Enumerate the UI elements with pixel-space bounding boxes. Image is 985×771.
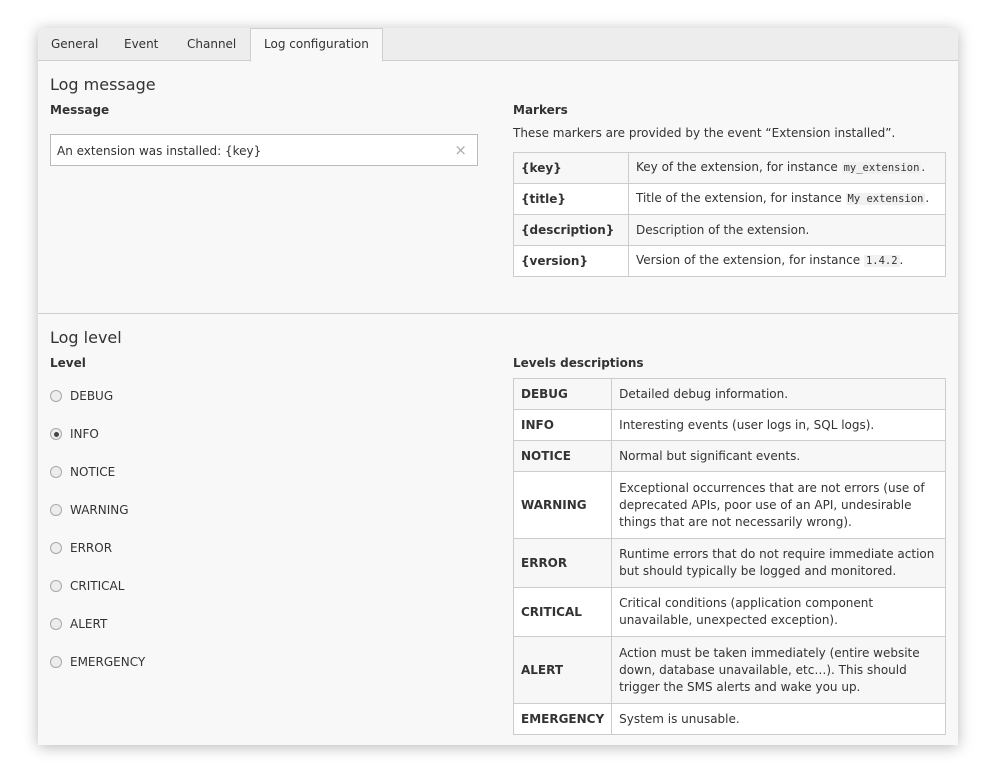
log-configuration-panel: General Event Channel Log configuration … — [38, 28, 958, 745]
markers-intro: These markers are provided by the event … — [513, 126, 896, 140]
level-description-row: NOTICE Normal but significant events. — [512, 440, 946, 472]
marker-key: {key} — [513, 152, 629, 184]
marker-description: Title of the extension, for instance My … — [628, 183, 946, 215]
level-option-emergency[interactable]: EMERGENCY — [50, 653, 145, 671]
radio-button[interactable] — [50, 656, 62, 668]
message-field[interactable]: × — [50, 134, 478, 166]
marker-description-suffix: . — [925, 191, 930, 205]
level-name: ALERT — [512, 636, 613, 704]
level-description-row: INFO Interesting events (user logs in, SQ… — [512, 409, 946, 441]
marker-description-text: Key of the extension, for instance — [636, 160, 842, 174]
level-option-label: DEBUG — [70, 389, 114, 403]
marker-key: {title} — [513, 183, 629, 215]
level-description-row: DEBUG Detailed debug information. — [512, 378, 946, 410]
tab-bar: General Event Channel Log configuration — [38, 28, 958, 62]
radio-button[interactable] — [50, 428, 62, 440]
message-label: Message — [50, 103, 110, 117]
level-name: INFO — [512, 409, 613, 441]
level-description-row: ERROR Runtime errors that do not require … — [512, 538, 946, 588]
level-option-label: NOTICE — [70, 465, 116, 479]
level-name: DEBUG — [512, 378, 613, 410]
levels-descriptions-label: Levels descriptions — [513, 356, 644, 370]
level-description-row: EMERGENCY System is unusable. — [512, 703, 946, 735]
level-description: Action must be taken immediately (entire… — [611, 636, 946, 704]
marker-row: {version} Version of the extension, for i… — [513, 245, 946, 277]
marker-example-code: my_extension — [841, 162, 922, 174]
radio-button[interactable] — [50, 390, 62, 402]
radio-button[interactable] — [50, 580, 62, 592]
level-option-info[interactable]: INFO — [50, 425, 99, 443]
level-option-notice[interactable]: NOTICE — [50, 463, 115, 481]
level-option-critical[interactable]: CRITICAL — [50, 577, 124, 595]
level-option-error[interactable]: ERROR — [50, 539, 112, 557]
level-description: Runtime errors that do not require immed… — [611, 538, 946, 588]
radio-button[interactable] — [50, 618, 62, 630]
marker-description-suffix: . — [921, 160, 926, 174]
level-option-label: WARNING — [70, 503, 129, 517]
level-name: NOTICE — [512, 440, 613, 472]
level-option-label: ALERT — [70, 617, 108, 631]
markers-table: {key} Key of the extension, for instance … — [513, 152, 946, 277]
marker-row: {description} Description of the extensio… — [513, 214, 946, 246]
marker-description: Key of the extension, for instance my_ex… — [628, 152, 946, 184]
marker-description-text: Version of the extension, for instance — [636, 253, 864, 267]
tab-event[interactable]: Event — [111, 28, 171, 61]
level-description: Detailed debug information. — [611, 378, 946, 410]
tab-log-configuration[interactable]: Log configuration — [250, 28, 383, 62]
level-option-alert[interactable]: ALERT — [50, 615, 107, 633]
log-message-title: Log message — [50, 75, 156, 94]
level-description: Exceptional occurrences that are not err… — [611, 471, 946, 539]
marker-example-code: 1.4.2 — [863, 255, 900, 267]
levels-descriptions-table: DEBUG Detailed debug information. INFO Inte… — [512, 378, 946, 735]
level-description-row: CRITICAL Critical conditions (application… — [512, 587, 946, 637]
level-name: CRITICAL — [512, 587, 613, 637]
marker-row: {key} Key of the extension, for instance … — [513, 152, 946, 184]
level-option-debug[interactable]: DEBUG — [50, 387, 113, 405]
level-name: WARNING — [512, 471, 613, 539]
level-description: System is unusable. — [611, 703, 946, 735]
marker-description: Version of the extension, for instance 1… — [628, 245, 946, 277]
level-option-label: ERROR — [70, 541, 113, 555]
level-option-label: CRITICAL — [70, 579, 125, 593]
markers-label: Markers — [513, 103, 568, 117]
radio-button[interactable] — [50, 466, 62, 478]
level-name: ERROR — [512, 538, 613, 588]
marker-example-code: My extension — [845, 193, 926, 205]
level-description-row: ALERT Action must be taken immediately (e… — [512, 636, 946, 704]
level-option-label: EMERGENCY — [70, 655, 146, 669]
section-divider — [38, 313, 958, 314]
level-description: Critical conditions (application compone… — [611, 587, 946, 637]
log-level-title: Log level — [50, 328, 122, 347]
marker-key: {version} — [513, 245, 629, 277]
marker-description-suffix: . — [899, 253, 904, 267]
level-description: Interesting events (user logs in, SQL lo… — [611, 409, 946, 441]
level-name: EMERGENCY — [512, 703, 613, 735]
tab-channel[interactable]: Channel — [174, 28, 249, 61]
marker-description-text: Description of the extension. — [636, 222, 810, 237]
clear-icon[interactable]: × — [454, 141, 467, 159]
tab-general[interactable]: General — [38, 28, 111, 61]
level-option-warning[interactable]: WARNING — [50, 501, 129, 519]
marker-description-text: Title of the extension, for instance — [636, 191, 846, 205]
level-description: Normal but significant events. — [611, 440, 946, 472]
marker-key: {description} — [513, 214, 629, 246]
level-description-row: WARNING Exceptional occurrences that are … — [512, 471, 946, 539]
radio-button[interactable] — [50, 542, 62, 554]
marker-description: Description of the extension. — [628, 214, 946, 246]
radio-button[interactable] — [50, 504, 62, 516]
level-label: Level — [50, 356, 86, 370]
message-input[interactable] — [57, 142, 447, 159]
level-option-label: INFO — [70, 427, 99, 441]
marker-row: {title} Title of the extension, for insta… — [513, 183, 946, 215]
